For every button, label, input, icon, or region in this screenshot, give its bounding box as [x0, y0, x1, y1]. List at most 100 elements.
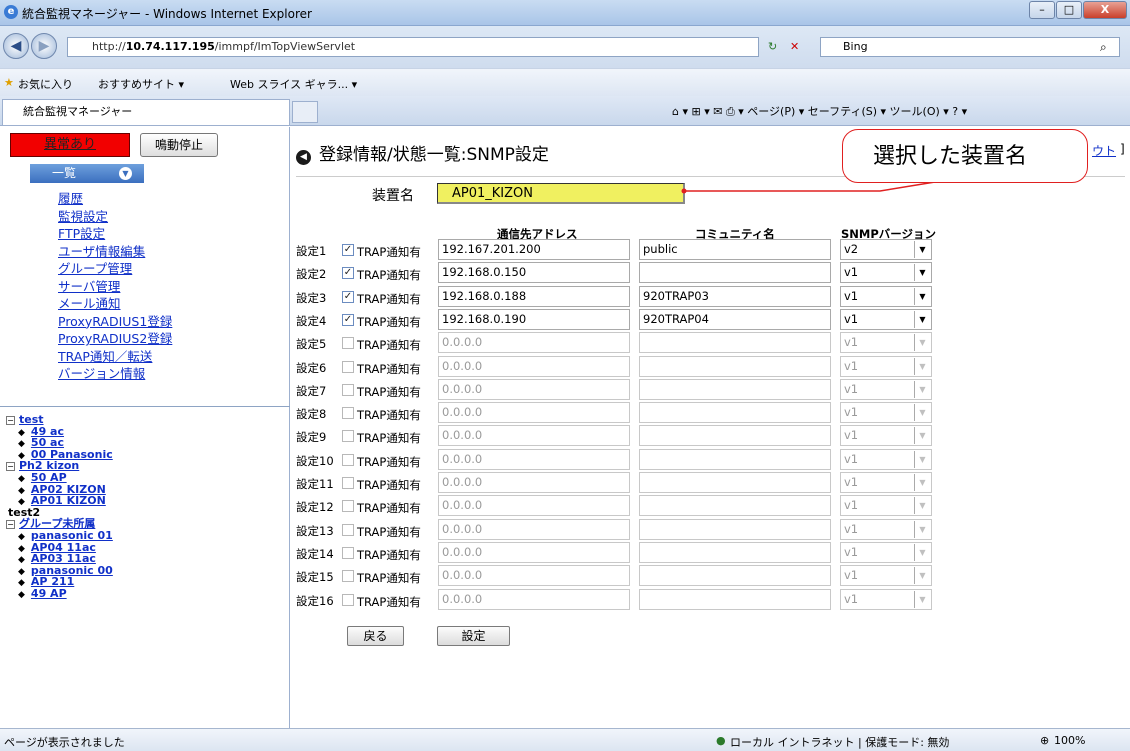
address-input[interactable]: 192.168.0.188	[438, 285, 630, 307]
sidebar-menu-item[interactable]: TRAP通知／転送	[58, 348, 172, 366]
trap-checkbox[interactable]: ✓	[342, 290, 354, 303]
trap-checkbox[interactable]	[342, 337, 354, 350]
search-icon[interactable]: ⌕	[1100, 40, 1107, 55]
maximize-button[interactable]: □	[1056, 1, 1082, 19]
community-input[interactable]	[639, 262, 831, 284]
tree-device-ap01[interactable]: AP01 KIZON	[31, 494, 106, 507]
sidebar-menu-item[interactable]: メール通知	[58, 295, 172, 313]
sidebar-menu-item[interactable]: ユーザ情報編集	[58, 243, 172, 261]
sidebar-menu-item[interactable]: FTP設定	[58, 225, 172, 243]
collapse-icon[interactable]: −	[6, 415, 15, 425]
search-input[interactable]: Bing	[820, 37, 1120, 57]
address-input[interactable]: 0.0.0.0	[438, 495, 630, 517]
sidebar-menu-item[interactable]: 監視設定	[58, 208, 172, 226]
stop-alarm-button[interactable]: 鳴動停止	[140, 133, 218, 157]
trap-checkbox[interactable]: ✓	[342, 313, 354, 326]
logout-link[interactable]: ウト	[1092, 142, 1116, 159]
trap-checkbox[interactable]	[342, 407, 354, 420]
address-input[interactable]: 0.0.0.0	[438, 332, 630, 354]
community-input[interactable]	[639, 495, 831, 517]
community-input[interactable]: 920TRAP04	[639, 308, 831, 330]
close-window-button[interactable]: X	[1083, 1, 1127, 19]
trap-checkbox[interactable]	[342, 546, 354, 559]
community-input[interactable]	[639, 565, 831, 587]
address-input[interactable]: 192.168.0.150	[438, 262, 630, 284]
snmp-version-select[interactable]: v1 ▼	[840, 332, 932, 354]
trap-checkbox[interactable]: ✓	[342, 244, 354, 256]
sidebar-menu-item[interactable]: グループ管理	[58, 260, 172, 278]
snmp-version-select[interactable]: v1 ▼	[840, 588, 932, 610]
snmp-version-select[interactable]: v1 ▼	[840, 355, 932, 377]
address-input[interactable]: 0.0.0.0	[438, 425, 630, 447]
collapse-icon[interactable]: −	[6, 461, 15, 471]
snmp-version-select[interactable]: v1 ▼	[840, 378, 932, 400]
snmp-version-select[interactable]: v1 ▼	[840, 472, 932, 493]
snmp-version-select[interactable]: v1 ▼	[840, 402, 932, 424]
back-button[interactable]: 戻る	[347, 626, 404, 646]
community-input[interactable]	[639, 448, 831, 470]
sidebar-menu-item[interactable]: ProxyRADIUS1登録	[58, 313, 172, 331]
sidebar-menu-item[interactable]: 履歴	[58, 190, 172, 208]
trap-checkbox[interactable]	[342, 570, 354, 583]
snmp-version-select[interactable]: v1 ▼	[840, 565, 932, 587]
sidebar-menu-item[interactable]: ProxyRADIUS2登録	[58, 330, 172, 348]
trap-checkbox[interactable]	[342, 500, 354, 513]
community-input[interactable]	[639, 402, 831, 424]
forward-nav-button[interactable]: ▶	[31, 33, 57, 59]
snmp-version-select[interactable]: v1 ▼	[840, 425, 932, 447]
trap-checkbox[interactable]	[342, 383, 354, 396]
address-input[interactable]: 0.0.0.0	[438, 378, 630, 400]
trap-checkbox[interactable]	[342, 593, 354, 606]
alarm-status-button[interactable]: 異常あり	[10, 133, 130, 157]
url-field[interactable]: http://10.74.117.195/immpf/ImTopViewServ…	[67, 37, 759, 57]
snmp-version-select[interactable]: v1 ▼	[840, 262, 932, 284]
community-input[interactable]	[639, 588, 831, 610]
community-input[interactable]	[639, 541, 831, 563]
address-input[interactable]: 0.0.0.0	[438, 472, 630, 493]
tab-active[interactable]: 統合監視マネージャー	[2, 99, 290, 125]
address-input[interactable]: 192.167.201.200	[438, 239, 630, 260]
address-input[interactable]: 0.0.0.0	[438, 588, 630, 610]
snmp-version-select[interactable]: v1 ▼	[840, 285, 932, 307]
collapse-icon[interactable]: −	[6, 519, 15, 529]
trap-checkbox[interactable]	[342, 523, 354, 536]
new-tab-button[interactable]	[292, 101, 318, 123]
trap-checkbox[interactable]: ✓	[342, 267, 354, 280]
sidebar-menu-item[interactable]: バージョン情報	[58, 365, 172, 383]
address-input[interactable]: 0.0.0.0	[438, 565, 630, 587]
list-menu-header[interactable]: 一覧 ▼	[30, 164, 144, 183]
community-input[interactable]: public	[639, 239, 831, 260]
snmp-version-select[interactable]: v1 ▼	[840, 495, 932, 517]
community-input[interactable]	[639, 355, 831, 377]
snmp-version-select[interactable]: v2 ▼	[840, 239, 932, 260]
favorites-button[interactable]: お気に入り	[18, 76, 73, 92]
web-slice-gallery-link[interactable]: Web スライス ギャラ... ▾	[230, 76, 357, 92]
address-input[interactable]: 0.0.0.0	[438, 541, 630, 563]
snmp-version-select[interactable]: v1 ▼	[840, 448, 932, 470]
address-input[interactable]: 0.0.0.0	[438, 355, 630, 377]
snmp-version-select[interactable]: v1 ▼	[840, 308, 932, 330]
address-input[interactable]: 192.168.0.190	[438, 308, 630, 330]
address-input[interactable]: 0.0.0.0	[438, 448, 630, 470]
recommended-sites-link[interactable]: おすすめサイト ▾	[98, 76, 184, 92]
sidebar-menu-item[interactable]: サーバ管理	[58, 278, 172, 296]
tree-device-49ap[interactable]: 49 AP	[31, 587, 67, 600]
snmp-version-select[interactable]: v1 ▼	[840, 518, 932, 540]
community-input[interactable]	[639, 518, 831, 540]
community-input[interactable]	[639, 378, 831, 400]
community-input[interactable]	[639, 472, 831, 493]
address-input[interactable]: 0.0.0.0	[438, 518, 630, 540]
trap-checkbox[interactable]	[342, 477, 354, 489]
community-input[interactable]	[639, 332, 831, 354]
snmp-version-select[interactable]: v1 ▼	[840, 541, 932, 563]
back-arrow-icon[interactable]: ◀	[296, 150, 311, 165]
back-nav-button[interactable]: ◀	[3, 33, 29, 59]
address-input[interactable]: 0.0.0.0	[438, 402, 630, 424]
zoom-level[interactable]: 100%	[1054, 734, 1085, 747]
apply-settings-button[interactable]: 設定	[437, 626, 510, 646]
refresh-icon[interactable]: ↻	[768, 40, 777, 53]
trap-checkbox[interactable]	[342, 453, 354, 466]
trap-checkbox[interactable]	[342, 430, 354, 443]
stop-icon[interactable]: ✕	[790, 40, 799, 53]
community-input[interactable]: 920TRAP03	[639, 285, 831, 307]
